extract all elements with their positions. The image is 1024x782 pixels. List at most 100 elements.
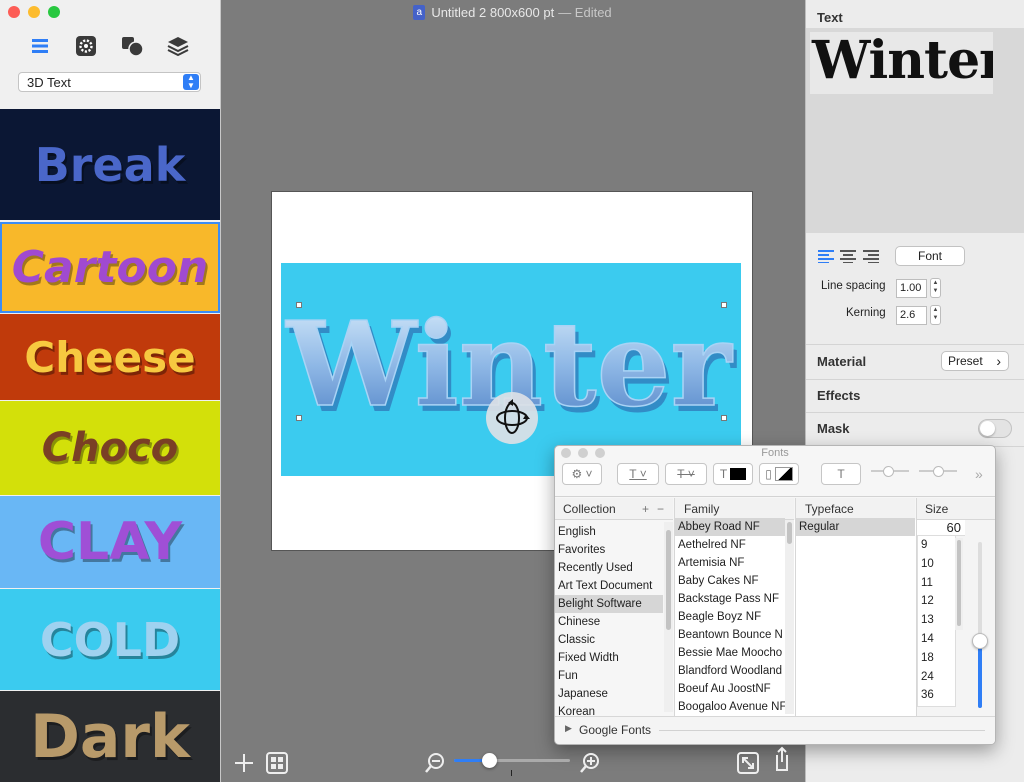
typeface-header: Typeface [795, 498, 915, 520]
list-item[interactable]: 14 [918, 630, 955, 649]
list-item[interactable]: Classic [555, 631, 663, 649]
gear-icon[interactable]: ⚙ ˅ [562, 463, 602, 485]
kerning-stepper[interactable]: ▲ ▼ [930, 305, 941, 325]
list-item[interactable]: Backstage Pass NF [675, 590, 785, 608]
list-item[interactable]: Boogaloo Avenue NF [675, 698, 785, 716]
disclosure-triangle-icon[interactable]: ▶ [565, 723, 572, 734]
size-field[interactable]: 60 [917, 520, 965, 536]
selection-handle[interactable] [296, 415, 302, 421]
text-shadow-icon[interactable]: T [821, 463, 861, 485]
collection-scrollbar[interactable] [664, 522, 673, 712]
style-thumbnail[interactable]: Cartoon [0, 222, 220, 313]
list-item[interactable]: Fixed Width [555, 649, 663, 667]
list-item[interactable]: Favorites [555, 541, 663, 559]
list-icon[interactable] [26, 32, 54, 60]
line-spacing-stepper[interactable]: ▲ ▼ [930, 278, 941, 298]
divider [555, 496, 995, 497]
shapes-icon[interactable] [118, 32, 146, 60]
selection-handle[interactable] [296, 302, 302, 308]
fit-to-window-icon[interactable] [735, 750, 761, 776]
list-item[interactable]: Abbey Road NF [675, 518, 785, 536]
effects-section-header[interactable]: Effects [817, 388, 860, 403]
style-thumbnail[interactable]: Break [0, 109, 220, 220]
collection-header: Collection + − [555, 498, 673, 520]
list-item[interactable]: Japanese [555, 685, 663, 703]
preset-button[interactable]: Preset › [941, 351, 1009, 371]
typeface-list: Regular [796, 518, 915, 536]
list-item[interactable]: 24 [918, 668, 955, 687]
divider [806, 379, 1024, 380]
selection-handle[interactable] [721, 302, 727, 308]
text-preview-area[interactable]: Winter [806, 28, 1024, 233]
document-color-icon[interactable]: ▯ [759, 463, 799, 485]
list-item[interactable]: English [555, 523, 663, 541]
list-item[interactable]: Beantown Bounce N [675, 626, 785, 644]
list-item[interactable]: Regular [796, 518, 915, 536]
font-button[interactable]: Font [895, 246, 965, 266]
zoom-in-icon[interactable] [577, 750, 603, 776]
close-window-button[interactable] [8, 6, 20, 18]
list-item[interactable]: Recently Used [555, 559, 663, 577]
strikethrough-icon[interactable]: T ˅ [665, 463, 707, 485]
list-item[interactable]: Boeuf Au JoostNF [675, 680, 785, 698]
list-item[interactable]: 11 [918, 574, 955, 593]
list-item[interactable]: Blandford Woodland [675, 662, 785, 680]
list-item[interactable]: Beagle Boyz NF [675, 608, 785, 626]
collection-list: English Favorites Recently Used Art Text Do… [555, 523, 663, 721]
zoom-slider[interactable] [454, 753, 570, 768]
zoom-out-icon[interactable] [422, 750, 448, 776]
style-thumbnail[interactable]: Choco [0, 401, 220, 495]
list-item[interactable]: Bessie Mae Moocho [675, 644, 785, 662]
window-title: Untitled 2 800x600 pt [431, 4, 555, 20]
fonts-panel: Fonts ⚙ ˅ T ˅ T ˅ T ▯ T » Collection + −… [554, 445, 996, 745]
shadow-blur-slider[interactable] [919, 466, 957, 477]
google-fonts-row[interactable]: ▶ Google Fonts [555, 716, 995, 744]
style-thumbnail[interactable]: COLD [0, 589, 220, 690]
list-item[interactable]: Aethelred NF [675, 536, 785, 554]
list-item[interactable]: 36 [918, 686, 955, 705]
gear-icon[interactable] [72, 32, 100, 60]
list-item[interactable]: Fun [555, 667, 663, 685]
align-right-icon[interactable] [863, 249, 879, 266]
text-color-icon[interactable]: T [713, 463, 753, 485]
minimize-window-button[interactable] [28, 6, 40, 18]
style-thumbnail[interactable]: CLAY [0, 496, 220, 588]
size-slider[interactable] [972, 542, 988, 708]
style-thumbnail-label: COLD [39, 612, 181, 667]
google-fonts-label: Google Fonts [579, 723, 652, 737]
style-thumbnail[interactable]: Dark [0, 691, 220, 782]
list-item[interactable]: 18 [918, 649, 955, 668]
layers-icon[interactable] [164, 32, 192, 60]
align-center-icon[interactable] [840, 249, 856, 266]
zoom-window-button[interactable] [48, 6, 60, 18]
list-item[interactable]: 9 [918, 536, 955, 555]
share-icon[interactable] [768, 746, 794, 772]
selection-handle[interactable] [721, 415, 727, 421]
align-left-icon[interactable] [818, 249, 834, 266]
style-select[interactable]: 3D Text ▲ ▼ [18, 72, 201, 92]
list-item[interactable]: Belight Software [555, 595, 663, 613]
shadow-opacity-slider[interactable] [871, 466, 909, 477]
add-icon[interactable] [231, 750, 257, 776]
list-item[interactable]: Artemisia NF [675, 554, 785, 572]
rotate-3d-icon[interactable] [486, 392, 538, 444]
material-section-header[interactable]: Material [817, 354, 866, 369]
list-item[interactable]: 10 [918, 555, 955, 574]
line-spacing-field[interactable]: 1.00 [896, 279, 927, 298]
add-collection-icon[interactable]: + [642, 498, 649, 520]
list-item[interactable]: 13 [918, 611, 955, 630]
more-chevron-icon[interactable]: » [975, 466, 983, 482]
list-item[interactable]: Chinese [555, 613, 663, 631]
grid-icon[interactable] [264, 750, 290, 776]
list-item[interactable]: Art Text Document [555, 577, 663, 595]
mask-toggle[interactable] [978, 419, 1012, 438]
family-scrollbar[interactable] [785, 520, 794, 714]
list-item[interactable]: Baby Cakes NF [675, 572, 785, 590]
kerning-field[interactable]: 2.6 [896, 306, 927, 325]
style-thumbnail[interactable]: Cheese [0, 314, 220, 400]
list-item[interactable]: 12 [918, 592, 955, 611]
remove-collection-icon[interactable]: − [657, 498, 664, 520]
size-header: Size [916, 498, 995, 520]
size-scrollbar[interactable] [955, 538, 963, 630]
underline-icon[interactable]: T ˅ [617, 463, 659, 485]
